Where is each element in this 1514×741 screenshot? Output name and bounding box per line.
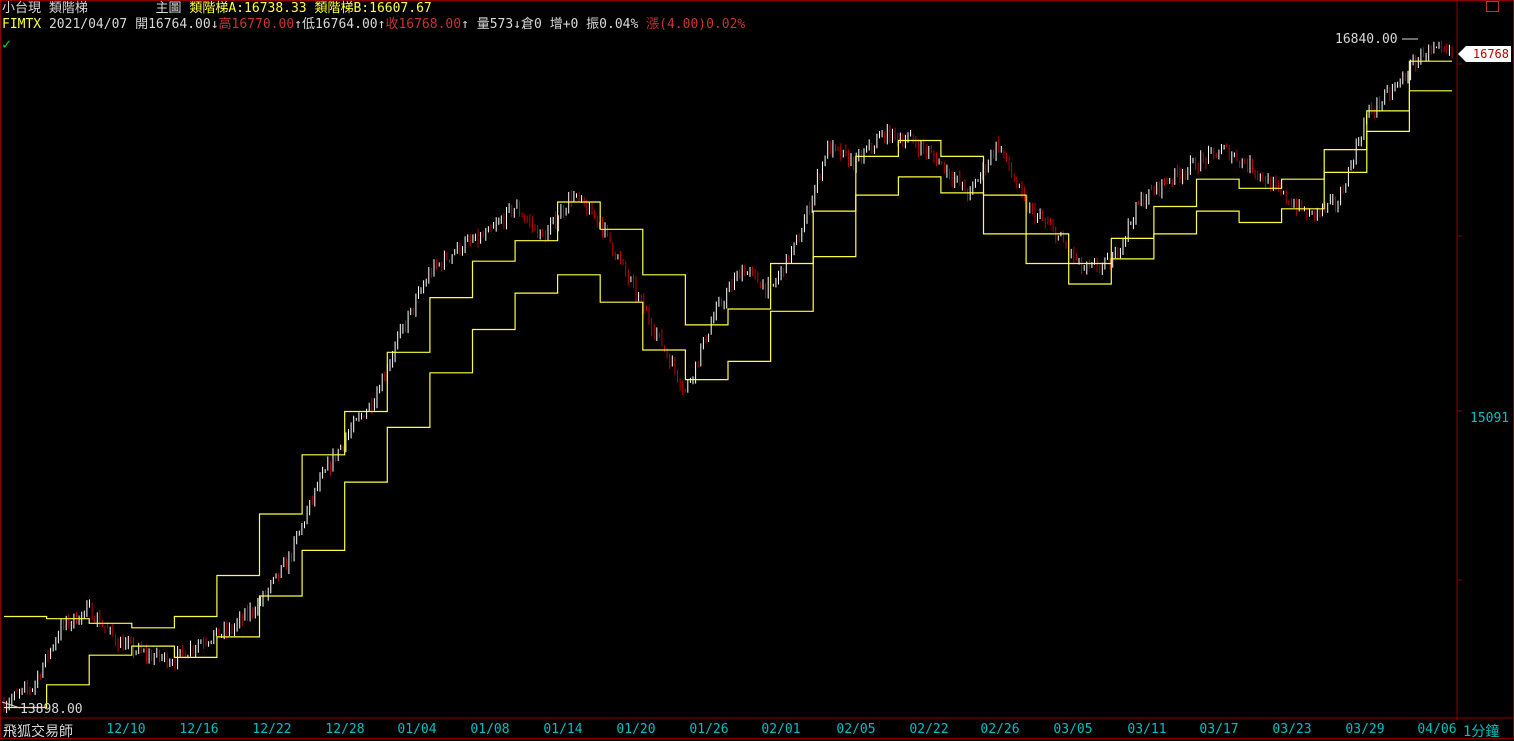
x-tick-label: 02/22 — [909, 722, 949, 737]
x-tick-label: 02/26 — [980, 722, 1020, 737]
volume: 量573 — [476, 17, 514, 32]
open-arrow-icon: ↓ — [210, 17, 219, 32]
check-icon[interactable]: ✓ — [2, 36, 11, 52]
x-tick-label: 01/20 — [616, 722, 656, 737]
x-tick-label: 02/01 — [761, 722, 801, 737]
x-tick-label: 03/11 — [1127, 722, 1167, 737]
header-row: 小台現 類階梯 主圖 類階梯A:16738.33 類階梯B:16607.67 — [2, 1, 432, 17]
symbol-name[interactable]: 小台現 — [2, 1, 41, 16]
x-tick-label: 04/06 — [1417, 722, 1457, 737]
x-tick-label: 01/04 — [397, 722, 437, 737]
x-tick-label: 03/29 — [1345, 722, 1385, 737]
close-price: 收16768.00 — [385, 17, 462, 32]
quote-date: 2021/04/07 — [48, 17, 128, 32]
x-tick-label: 03/23 — [1272, 722, 1312, 737]
step-line-b — [4, 90, 1452, 709]
indicator-b-value: 類階梯B:16607.67 — [314, 1, 432, 16]
x-tick-label: 01/14 — [543, 722, 583, 737]
x-tick-label: 12/16 — [179, 722, 219, 737]
x-tick-label: 12/22 — [252, 722, 292, 737]
last-price-tag: 16768 — [1458, 46, 1511, 62]
high-price: 高16770.00 — [218, 17, 295, 32]
close-arrow-icon: ↑ — [461, 17, 469, 32]
panel-label: 主圖 — [155, 1, 182, 16]
period-selector[interactable]: 1分鐘 — [1463, 721, 1499, 741]
price-change: 漲(4.00)0.02% — [646, 17, 746, 32]
open-interest: 倉0 — [521, 17, 542, 32]
quote-row: FIMTX 2021/04/07 開16764.00↓高16770.00↑低16… — [2, 17, 745, 33]
x-tick-label: 12/28 — [325, 722, 365, 737]
indicator-name[interactable]: 類階梯 — [49, 1, 88, 16]
price-chart[interactable] — [0, 0, 1514, 720]
volume-arrow-icon: ↓ — [513, 17, 522, 32]
step-line-a — [4, 60, 1452, 629]
time-axis: 飛狐交易師 12/10 12/16 12/22 12/28 01/04 01/08 01/1… — [0, 720, 1514, 741]
x-tick-label: 01/26 — [689, 722, 729, 737]
x-tick-label: 02/05 — [836, 722, 876, 737]
indicator-a-value: 類階梯A:16738.33 — [189, 1, 307, 16]
symbol-code: FIMTX — [2, 17, 42, 32]
x-tick-label: 01/08 — [470, 722, 510, 737]
window-restore-icon[interactable] — [1486, 1, 1499, 12]
x-tick-label: 03/05 — [1053, 722, 1093, 737]
x-tick-label: 03/17 — [1199, 722, 1239, 737]
y-axis-label: 15091 — [1470, 411, 1510, 426]
amplitude: 振0.04% — [586, 17, 639, 32]
open-price: 開16764.00 — [135, 17, 211, 32]
brand-label: 飛狐交易師 — [3, 724, 73, 740]
high-arrow-icon: ↑ — [294, 17, 302, 32]
low-price: 低16764.00 — [301, 17, 378, 32]
high-marker-label: 16840.00 — [1335, 32, 1398, 47]
x-tick-label: 12/10 — [106, 722, 146, 737]
oi-change: 增+0 — [549, 17, 579, 32]
low-marker-label: 13898.00 — [20, 702, 83, 717]
